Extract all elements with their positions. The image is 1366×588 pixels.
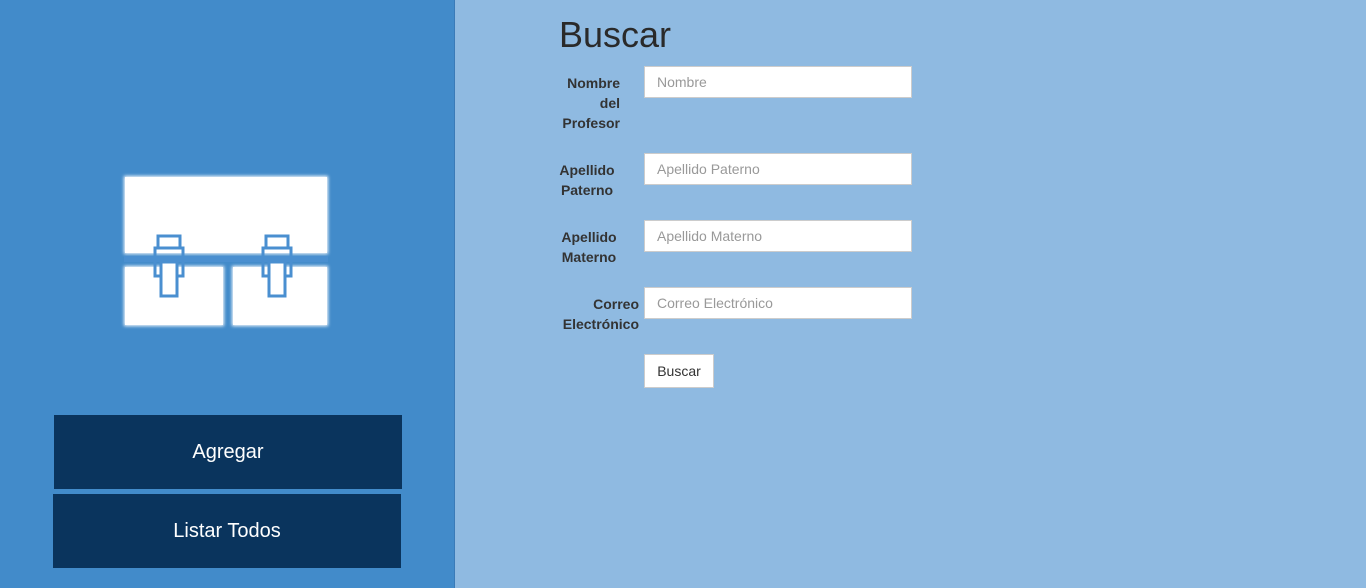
add-button[interactable]: Agregar [54,415,402,489]
email-label: Correo Electrónico [562,296,639,332]
briefcase-icon [124,176,328,326]
maternal-surname-input[interactable] [644,220,912,252]
search-button[interactable]: Buscar [644,354,714,388]
teacher-name-label: Nombre del Profesor [562,75,620,131]
paternal-surname-input[interactable] [644,153,912,185]
maternal-surname-label: Apellido Materno [561,229,617,265]
list-all-button[interactable]: Listar Todos [53,494,401,568]
email-input[interactable] [644,287,912,319]
page-title: Buscar [559,14,672,55]
teacher-name-input[interactable] [644,66,912,98]
sidebar: Agregar Listar Todos [0,0,455,588]
paternal-surname-label: Apellido Paterno [559,162,615,198]
page: Agregar Listar Todos Buscar Nombre del P… [0,0,1366,588]
